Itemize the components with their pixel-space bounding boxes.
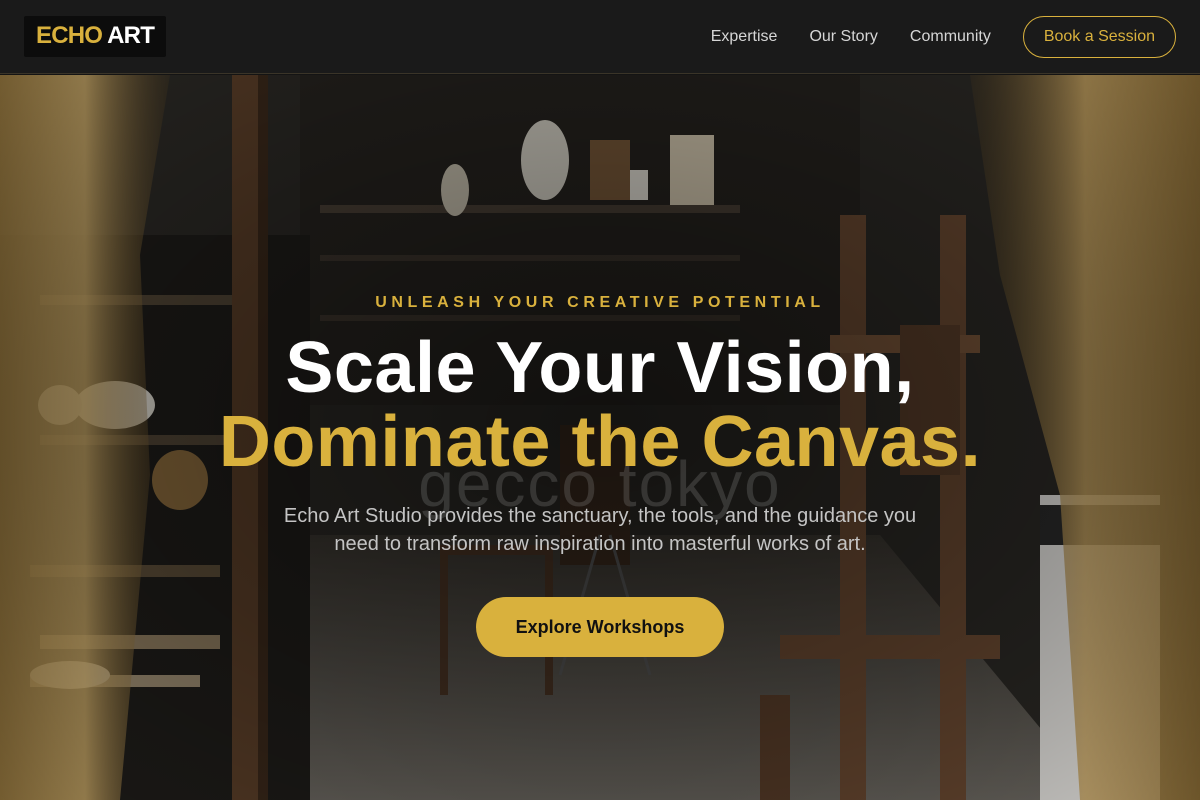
headline-line2: Dominate the Canvas. [218,402,982,482]
explore-workshops-button[interactable]: Explore Workshops [476,597,724,657]
hero-headline: Scale Your Vision, Dominate the Canvas. [0,331,1200,479]
nav-link-our-story[interactable]: Our Story [809,28,877,46]
book-session-button[interactable]: Book a Session [1022,15,1176,58]
hero-content: UNLEASH YOUR CREATIVE POTENTIAL gecco to… [0,75,1200,800]
logo-art: ART [107,22,155,49]
hero-subtext: Echo Art Studio provides the sanctuary, … [283,505,917,555]
navbar: ECHO ART Expertise Our Story Community B… [0,0,1200,74]
logo-echo: ECHO [36,22,103,49]
logo[interactable]: ECHO ART [24,16,167,57]
nav-link-community[interactable]: Community [910,28,991,46]
headline-line1: Scale Your Vision, [285,328,915,408]
nav-menu: Expertise Our Story Community Book a Ses… [711,15,1176,58]
hero-eyebrow: UNLEASH YOUR CREATIVE POTENTIAL [375,294,825,311]
nav-link-expertise[interactable]: Expertise [711,28,778,46]
hero-section: UNLEASH YOUR CREATIVE POTENTIAL gecco to… [0,75,1200,800]
